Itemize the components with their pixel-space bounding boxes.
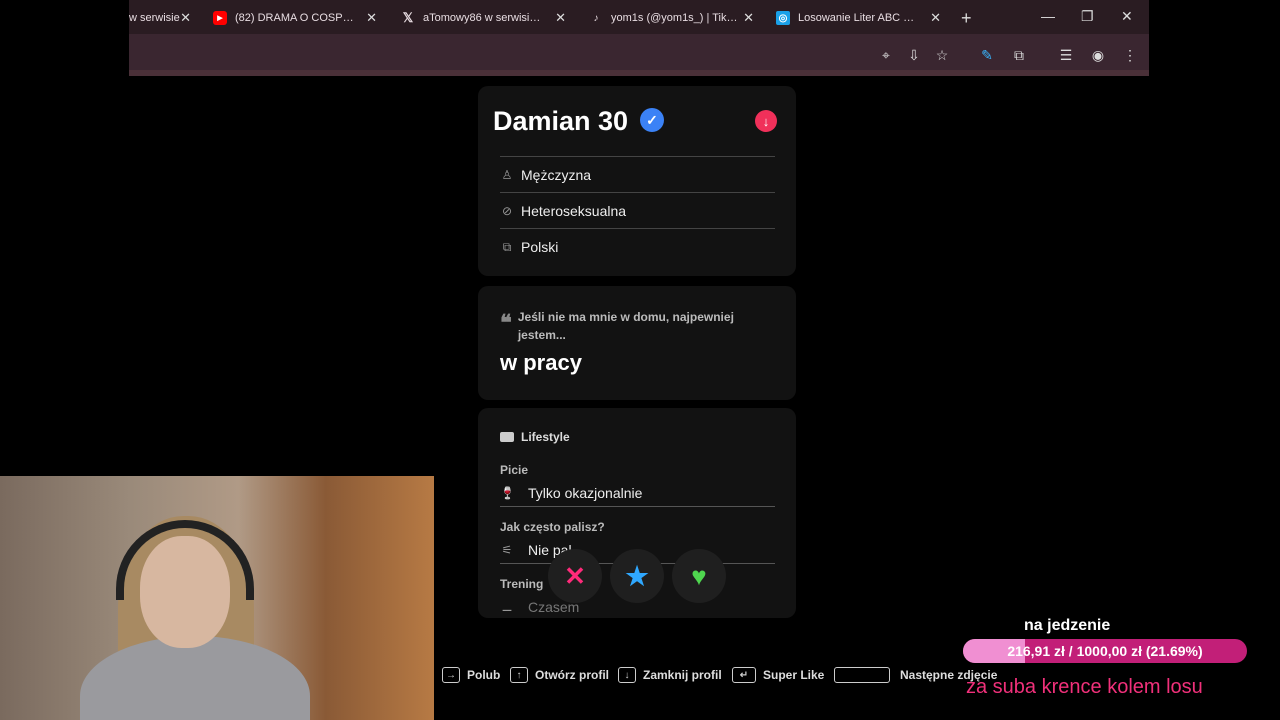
close-tab-icon[interactable]: ✕: [930, 10, 941, 26]
lifestyle-heading-text: Lifestyle: [521, 430, 570, 444]
translate-extension-icon[interactable]: ✎: [979, 47, 995, 63]
smoking-label: Jak często palisz?: [500, 520, 605, 534]
language-icon: ⧉: [502, 239, 512, 254]
hint-label: Polub: [467, 668, 501, 682]
glass-icon: 🍷: [500, 486, 515, 500]
hint-label: Zamknij profil: [643, 668, 722, 682]
close-tab-icon[interactable]: ✕: [366, 10, 377, 26]
person-icon: ♙: [501, 168, 513, 182]
profile-basics-card: Damian 30 ✓ ↓ ♙ Mężczyzna ⊘ Heteroseksua…: [478, 86, 796, 276]
language-row: ⧉ Polski: [500, 228, 775, 265]
prompt-question: ❝ Jeśli nie ma mnie w domu, najpewniej j…: [500, 308, 770, 344]
prompt-answer: w pracy: [500, 350, 582, 375]
youtube-icon: ▶: [213, 11, 227, 25]
workout-icon: ⚊: [501, 600, 513, 614]
gender-label: Mężczyzna: [521, 167, 592, 183]
workout-label: Trening: [500, 577, 544, 591]
like-button[interactable]: ♥: [672, 549, 726, 603]
profile-name: Damian 30: [493, 106, 629, 136]
lifestyle-heading: Lifestyle: [500, 430, 570, 444]
headset-icon: [116, 520, 254, 600]
goal-note: za suba krence kolem losu: [966, 676, 1203, 698]
hint-label: Super Like: [763, 668, 825, 682]
orientation-label: Heteroseksualna: [521, 203, 627, 219]
nope-button[interactable]: ✕: [548, 549, 602, 603]
location-icon[interactable]: ⌖: [878, 47, 894, 63]
goal-progress-text: 216,91 zł / 1000,00 zł (21.69%): [1007, 643, 1203, 659]
tab-2[interactable]: ▶ (82) DRAMA O COSPLAYE ✕: [213, 6, 377, 30]
tab-bar: w serwisie ✕ ▶ (82) DRAMA O COSPLAYE ✕ 𝕏…: [129, 0, 1149, 34]
orientation-icon: ⊘: [501, 204, 513, 218]
new-tab-button[interactable]: +: [961, 8, 972, 29]
orientation-row: ⊘ Heteroseksualna: [500, 192, 775, 229]
enter-key-icon: ↵: [732, 667, 756, 683]
goal-progress-bar: 216,91 zł / 1000,00 zł (21.69%): [963, 639, 1247, 663]
webcam-overlay: [0, 476, 434, 720]
smoking-icon: ⚟: [501, 543, 513, 557]
media-control-icon[interactable]: ☰: [1058, 47, 1074, 63]
address-bar[interactable]: [129, 34, 1149, 76]
space-key-icon: [834, 667, 890, 683]
close-tab-icon[interactable]: ✕: [555, 10, 566, 26]
close-window-button[interactable]: ✕: [1121, 8, 1133, 25]
tag-icon: [500, 432, 514, 442]
close-profile-icon[interactable]: ↓: [755, 110, 777, 132]
more-menu-icon[interactable]: ⋮: [1122, 47, 1138, 63]
super-like-button[interactable]: ★: [610, 549, 664, 603]
close-tab-icon[interactable]: ✕: [743, 10, 754, 26]
tiktok-icon: ♪: [593, 12, 599, 24]
goal-title: na jedzenie: [1024, 617, 1111, 634]
hint-label: Otwórz profil: [535, 668, 609, 682]
hint-like: → Polub: [442, 667, 500, 683]
close-tab-icon[interactable]: ✕: [180, 10, 191, 26]
tab-title: yom1s (@yom1s_) | TikTok: [611, 12, 741, 24]
restore-button[interactable]: ❐: [1081, 8, 1094, 25]
tab-5[interactable]: ◎ Losowanie Liter ABC Gimn ✕: [776, 6, 941, 30]
bookmark-star-icon[interactable]: ☆: [934, 47, 950, 63]
profile-avatar-icon[interactable]: ◉: [1090, 47, 1106, 63]
minimize-button[interactable]: —: [1041, 8, 1055, 24]
hint-close-profile: ↓ Zamknij profil: [618, 667, 722, 683]
right-arrow-key-icon: →: [442, 667, 460, 683]
tab-1[interactable]: w serwisie ✕: [129, 6, 191, 30]
tab-title: w serwisie: [129, 12, 180, 24]
extensions-puzzle-icon[interactable]: ⧉: [1011, 47, 1027, 63]
drinking-value: Tylko okazjonalnie: [528, 485, 643, 501]
x-icon: 𝕏: [402, 10, 414, 25]
tab-title: aTomowy86 w serwisie X:: [423, 12, 543, 24]
browser-window: w serwisie ✕ ▶ (82) DRAMA O COSPLAYE ✕ 𝕏…: [129, 0, 1149, 76]
tab-3[interactable]: 𝕏 aTomowy86 w serwisie X: ✕: [401, 6, 566, 30]
hint-open-profile: ↑ Otwórz profil: [510, 667, 609, 683]
streamer-body: [80, 636, 310, 720]
tab-title: Losowanie Liter ABC Gimn: [798, 12, 922, 24]
down-arrow-key-icon: ↓: [618, 667, 636, 683]
gender-row: ♙ Mężczyzna: [500, 156, 775, 193]
language-label: Polski: [521, 239, 559, 255]
verified-badge-icon: ✓: [640, 108, 664, 132]
prompt-question-text: Jeśli nie ma mnie w domu, najpewniej jes…: [517, 310, 734, 342]
drinking-value-row: 🍷 Tylko okazjonalnie: [500, 480, 775, 507]
tab-title: (82) DRAMA O COSPLAYE: [235, 12, 355, 24]
hint-super-like: ↵ Super Like: [732, 667, 824, 683]
drinking-label: Picie: [500, 463, 529, 477]
wheel-icon: ◎: [776, 11, 790, 25]
quote-icon: ❝: [500, 310, 512, 335]
tab-4[interactable]: ♪ yom1s (@yom1s_) | TikTok ✕: [589, 6, 755, 30]
prompt-card: ❝ Jeśli nie ma mnie w domu, najpewniej j…: [478, 286, 796, 400]
install-app-icon[interactable]: ⇩: [906, 47, 922, 63]
up-arrow-key-icon: ↑: [510, 667, 528, 683]
